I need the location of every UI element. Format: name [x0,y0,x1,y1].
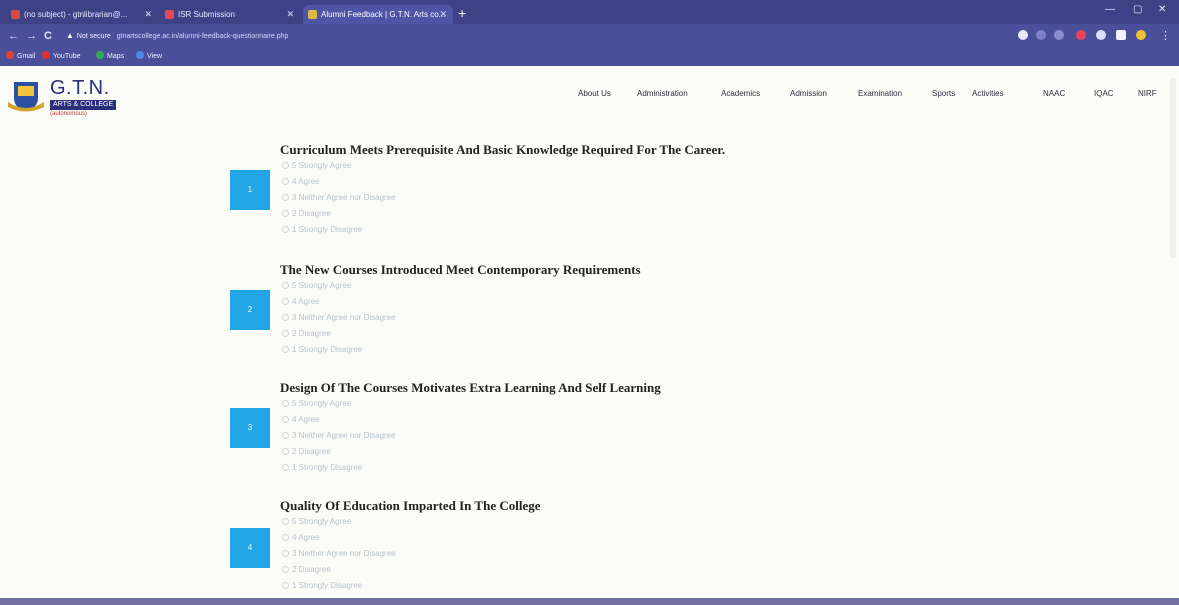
menu-icon[interactable]: ⋮ [1160,29,1171,43]
bookmark-gmail[interactable]: Gmail [6,51,35,63]
nav-activities[interactable]: Activities [972,89,1004,98]
bookmark-label: View [147,53,163,60]
close-icon[interactable]: ✕ [286,5,294,24]
bookmark-view[interactable]: View [136,51,162,63]
nav-examination[interactable]: Examination [858,89,902,98]
isr-icon [165,10,174,19]
option-radio[interactable]: 4 Agree [282,297,320,306]
question-title: Curriculum Meets Prerequisite And Basic … [280,142,726,157]
college-logo[interactable]: G.T.N. ARTS & COLLEGE (autonomous) [8,78,123,118]
nav-iqac[interactable]: IQAC [1094,89,1114,98]
option-radio[interactable]: 1 Strongly Disagree [282,463,362,472]
youtube-icon [42,51,50,59]
bookmarks-bar: Gmail YouTube Maps View [0,48,1179,66]
nav-sports[interactable]: Sports [932,89,955,98]
gmail-icon [11,10,20,19]
sidepanel-icon[interactable] [1116,30,1126,40]
browser-chrome: (no subject) - gtnlibrarian@... ✕ ISR Su… [0,0,1179,66]
logo-title: G.T.N. [50,77,110,99]
option-radio[interactable]: 2 Disagree [282,565,331,574]
bookmark-youtube[interactable]: YouTube [42,51,81,63]
option-radio[interactable]: 3 Neither Agree nor Disagree [282,431,396,440]
bookmark-label: Maps [107,53,125,60]
bookmark-label: YouTube [53,53,81,60]
nav-administration[interactable]: Administration [637,89,688,98]
question-card: 3 Design Of The Courses Motivates Extra … [230,380,930,480]
puzzle-icon[interactable] [1096,30,1106,40]
option-radio[interactable]: 5 Strongly Agree [282,399,351,408]
question-title: The New Courses Introduced Meet Contempo… [280,262,641,277]
reload-button[interactable]: C [44,29,52,43]
nav-nirf[interactable]: NIRF [1138,89,1157,98]
nav-about-us[interactable]: About Us [578,89,611,98]
option-radio[interactable]: 5 Strongly Agree [282,517,351,526]
option-radio[interactable]: 4 Agree [282,415,320,424]
nav-naac[interactable]: NAAC [1043,89,1065,98]
tab-strip: (no subject) - gtnlibrarian@... ✕ ISR Su… [0,0,1179,24]
option-radio[interactable]: 4 Agree [282,177,320,186]
maps-icon [96,51,104,59]
option-radio[interactable]: 2 Disagree [282,209,331,218]
college-emblem-icon [8,82,44,112]
option-radio[interactable]: 4 Agree [282,533,320,542]
tab-isr-submission[interactable]: ISR Submission ✕ [160,5,300,24]
back-button[interactable]: ← [8,29,19,43]
extension-red-icon[interactable] [1076,30,1086,40]
close-window-button[interactable]: ✕ [1158,4,1166,15]
option-radio[interactable]: 1 Strongly Disagree [282,345,362,354]
minimize-button[interactable]: — [1105,4,1115,15]
extension-icon[interactable] [1036,30,1046,40]
question-title: Quality Of Education Imparted In The Col… [280,498,541,513]
tab-label: ISR Submission [178,10,235,19]
page-content: G.T.N. ARTS & COLLEGE (autonomous) About… [0,66,1179,598]
bookmark-label: Gmail [17,53,36,60]
option-radio[interactable]: 2 Disagree [282,447,331,456]
star-icon[interactable] [1054,30,1064,40]
nav-admission[interactable]: Admission [790,89,827,98]
close-icon[interactable]: ✕ [144,5,152,24]
question-number-badge: 2 [230,290,270,330]
address-bar[interactable]: ▲ Not secure gtnartscollege.ac.in/alumni-f… [66,28,366,44]
avatar[interactable] [1136,30,1146,40]
logo-subtitle: ARTS & COLLEGE [50,100,117,110]
profile-dot-icon[interactable] [1018,30,1028,40]
maximize-button[interactable]: ▢ [1133,4,1142,15]
option-radio[interactable]: 3 Neither Agree nor Disagree [282,549,396,558]
security-label: Not secure [76,33,111,40]
question-title: Design Of The Courses Motivates Extra Le… [280,380,661,395]
question-card: 4 Quality Of Education Imparted In The C… [230,498,930,598]
option-radio[interactable]: 2 Disagree [282,329,331,338]
new-tab-button[interactable]: + [458,4,466,22]
option-radio[interactable]: 5 Strongly Agree [282,161,351,170]
bookmark-maps[interactable]: Maps [96,51,124,63]
view-icon [136,51,144,59]
tab-label: Alumni Feedback | G.T.N. Arts co... [321,10,446,19]
question-number-badge: 3 [230,408,270,448]
option-radio[interactable]: 1 Strongly Disagree [282,225,362,234]
option-radio[interactable]: 3 Neither Agree nor Disagree [282,313,396,322]
option-radio[interactable]: 1 Strongly Disagree [282,581,362,590]
tab-gmail[interactable]: (no subject) - gtnlibrarian@... ✕ [6,5,158,24]
warning-icon: ▲ [66,31,74,40]
nav-academics[interactable]: Academics [721,89,760,98]
gmail-icon [6,51,14,59]
logo-autonomous: (autonomous) [50,111,88,117]
college-icon [308,10,317,19]
scrollbar[interactable] [1170,78,1176,258]
tab-label: (no subject) - gtnlibrarian@... [24,10,128,19]
option-radio[interactable]: 5 Strongly Agree [282,281,351,290]
browser-toolbar: ← → C ▲ Not secure gtnartscollege.ac.in/al… [0,24,1179,48]
forward-button[interactable]: → [26,29,37,43]
question-card: 2 The New Courses Introduced Meet Contem… [230,262,930,362]
question-card: 1 Curriculum Meets Prerequisite And Basi… [230,142,930,242]
question-number-badge: 1 [230,170,270,210]
option-radio[interactable]: 3 Neither Agree nor Disagree [282,193,396,202]
taskbar-edge [0,598,1179,605]
question-number-badge: 4 [230,528,270,568]
url-text: gtnartscollege.ac.in/alumni-feedback-que… [116,33,289,40]
tab-alumni-feedback[interactable]: Alumni Feedback | G.T.N. Arts co... ✕ [303,5,453,24]
close-icon[interactable]: ✕ [439,5,447,24]
